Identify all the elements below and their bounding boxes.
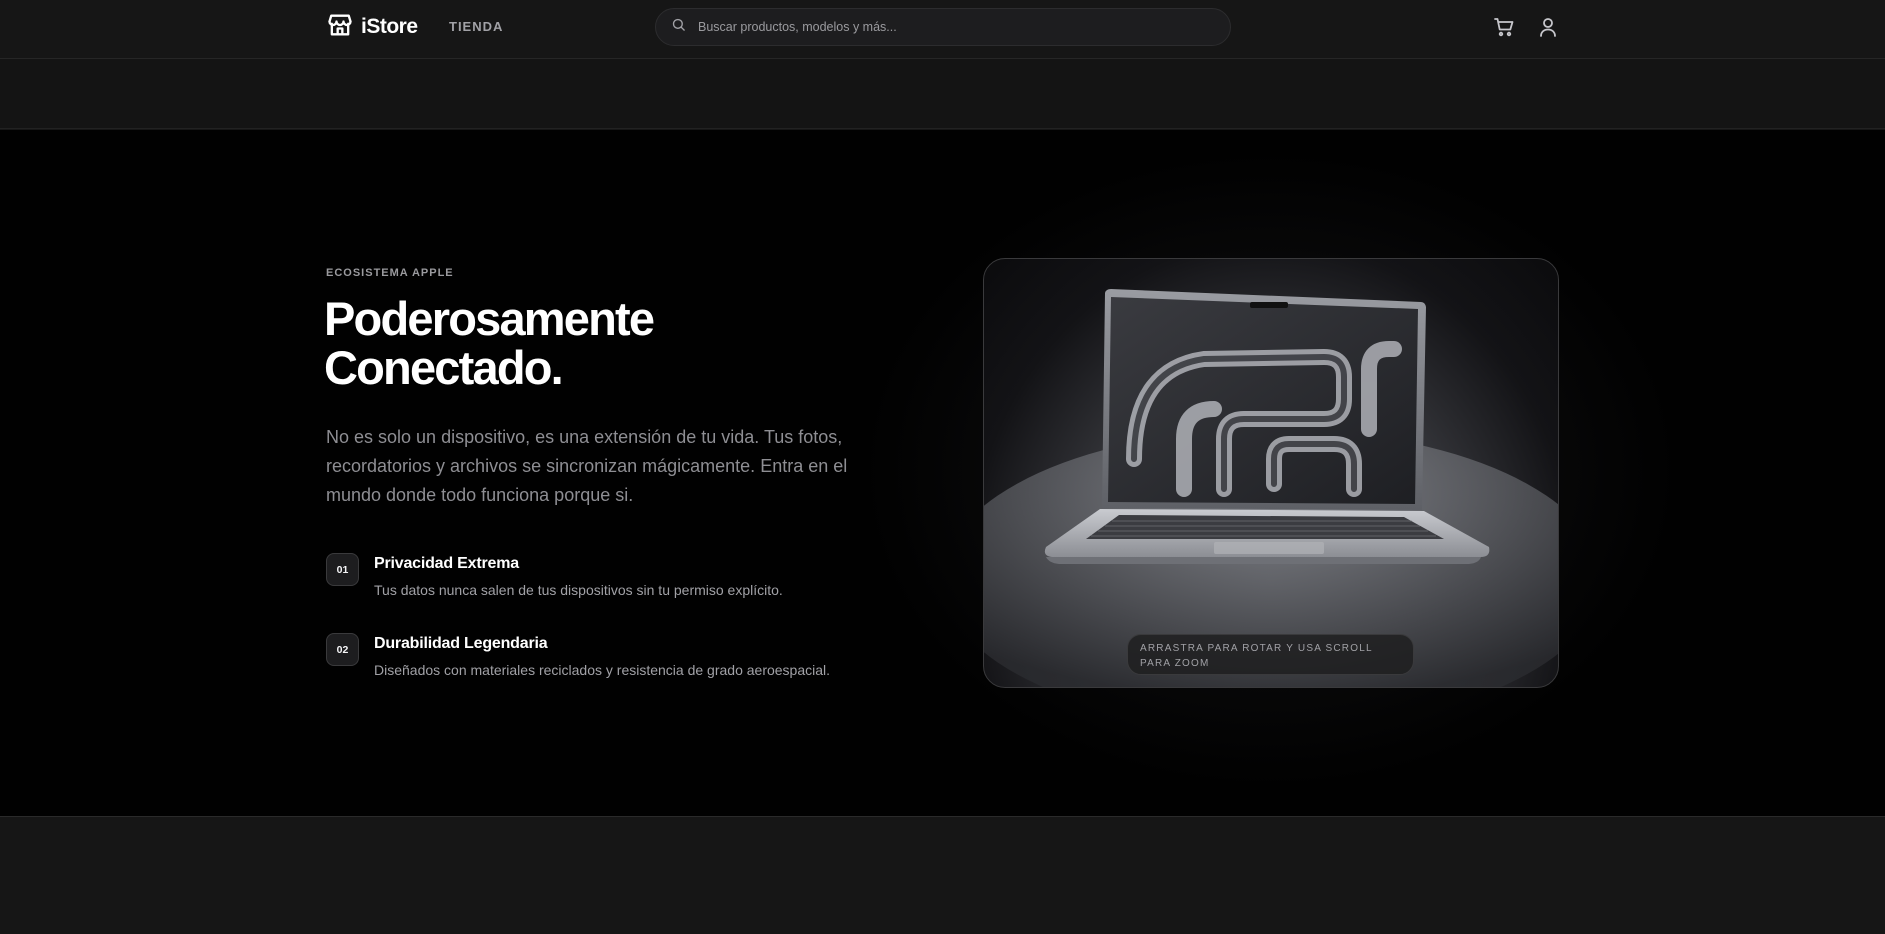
account-button[interactable] (1536, 15, 1560, 39)
hero-section: ECOSISTEMA APPLE Poderosamente Conectado… (0, 130, 1885, 816)
search-input[interactable] (698, 20, 1218, 34)
feature-description: Diseñados con materiales reciclados y re… (374, 662, 831, 678)
laptop-render (984, 289, 1558, 687)
brand-logo-link[interactable]: iStore (326, 12, 418, 42)
hero-title-line-2: Conectado. (324, 341, 564, 394)
hero-eyebrow: ECOSISTEMA APPLE (326, 267, 454, 279)
cart-icon (1492, 18, 1516, 43)
next-section-strip (0, 816, 1885, 934)
feature-number-badge: 01 (326, 553, 359, 586)
product-3d-viewer[interactable]: ARRASTRA PARA ROTAR Y USA SCROLL PARA ZO… (983, 258, 1559, 688)
brand-name: iStore (361, 15, 418, 38)
category-sub-bar (0, 59, 1885, 129)
nav-link-tienda[interactable]: TIENDA (449, 19, 503, 34)
feature-title: Privacidad Extrema (374, 555, 519, 572)
search-icon (671, 17, 686, 37)
top-navigation-bar: iStore TIENDA (0, 0, 1885, 59)
viewer-interaction-hint: ARRASTRA PARA ROTAR Y USA SCROLL PARA ZO… (1127, 634, 1414, 675)
cart-button[interactable] (1492, 15, 1516, 39)
feature-number-badge: 02 (326, 633, 359, 666)
search-bar[interactable] (655, 8, 1231, 46)
hero-description: No es solo un dispositivo, es una extens… (326, 427, 848, 505)
store-icon (326, 11, 354, 44)
feature-title: Durabilidad Legendaria (374, 635, 548, 652)
hero-title: Poderosamente Conectado. (324, 294, 844, 392)
feature-description: Tus datos nunca salen de tus dispositivo… (374, 582, 783, 598)
hero-title-line-1: Poderosamente (324, 292, 655, 345)
user-icon (1536, 18, 1560, 43)
